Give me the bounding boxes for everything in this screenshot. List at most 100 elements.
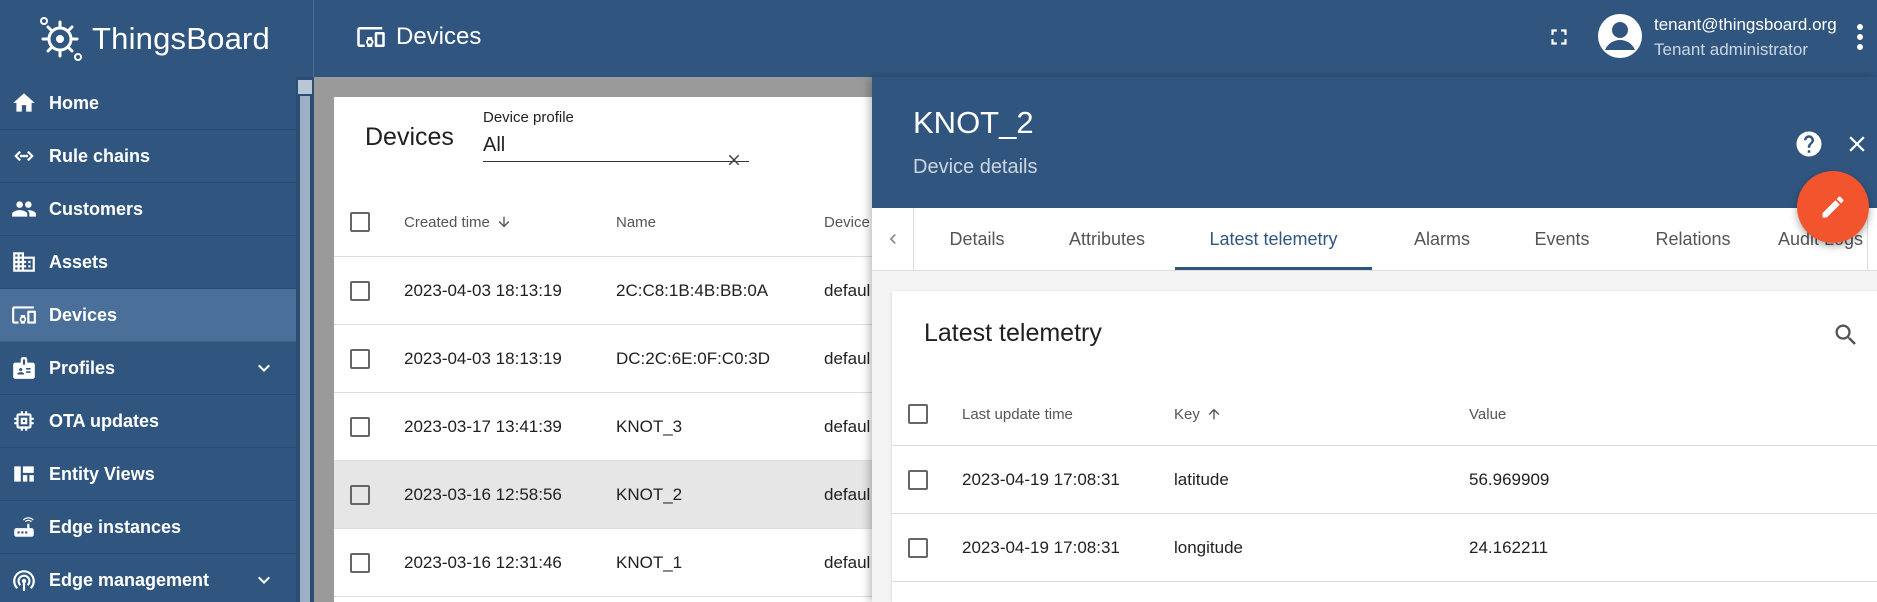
device-profile-input[interactable]: All (483, 134, 749, 162)
cell-created-time: 2023-03-16 12:58:56 (404, 484, 562, 504)
devices-title: Devices (365, 123, 454, 151)
telemetry-card: Latest telemetry Last update time Key Va… (892, 291, 1877, 602)
sidebar-item-edge-instances[interactable]: Edge instances (0, 501, 296, 554)
row-checkbox[interactable] (350, 417, 370, 437)
cell-name: KNOT_2 (616, 484, 683, 504)
cell-created-time: 2023-04-03 18:13:19 (404, 348, 562, 368)
telemetry-row[interactable]: 2023-04-19 17:08:31 latitude 56.969909 (892, 446, 1877, 514)
sidebar-item-edge-management[interactable]: Edge management (0, 554, 296, 602)
devices-icon (10, 301, 38, 329)
table-row[interactable]: 2023-03-17 13:41:39 KNOT_3 defaul (334, 393, 894, 461)
row-checkbox[interactable] (350, 281, 370, 301)
sidebar-item-label: Edge management (49, 569, 210, 590)
clear-icon[interactable] (725, 151, 743, 169)
device-profile-label: Device profile (483, 109, 574, 126)
active-tab-indicator (1175, 267, 1372, 270)
chevron-left-icon (889, 234, 896, 244)
sidebar-item-home[interactable]: Home (0, 77, 296, 130)
device-details-panel: KNOT_2 Device details Details Attributes… (872, 77, 1877, 602)
sidebar-item-label: Customers (49, 198, 144, 219)
sidebar-item-ota-updates[interactable]: OTA updates (0, 395, 296, 448)
user-info[interactable]: tenant@thingsboard.org Tenant administra… (1654, 12, 1837, 62)
telemetry-table-header: Last update time Key Value (892, 383, 1877, 446)
sidebar-item-assets[interactable]: Assets (0, 236, 296, 289)
cell-key: longitude (1174, 537, 1244, 557)
column-header-created-time[interactable]: Created time (404, 188, 604, 256)
page-title: Devices (356, 22, 481, 52)
table-row[interactable]: 2023-04-03 18:13:19 2C:C8:1B:4B:BB:0A de… (334, 257, 894, 325)
sidebar-item-customers[interactable]: Customers (0, 183, 296, 236)
column-header-last-update-time[interactable]: Last update time (962, 383, 1162, 445)
cell-name: DC:2C:6E:0F:C0:3D (616, 348, 770, 368)
cell-created-time: 2023-03-17 13:41:39 (404, 416, 562, 436)
more-vert-icon[interactable] (1853, 22, 1867, 52)
row-checkbox[interactable] (350, 553, 370, 573)
entity-subtitle: Device details (913, 156, 1038, 178)
table-row[interactable]: 2023-04-03 18:13:19 DC:2C:6E:0F:C0:3D de… (334, 325, 894, 393)
telemetry-table: Last update time Key Value 2023-04-19 17… (892, 383, 1877, 582)
edge-management-icon (10, 566, 38, 594)
tab-events[interactable]: Events (1512, 208, 1612, 270)
cell-last-update-time: 2023-04-19 17:08:31 (962, 537, 1120, 557)
sidebar-item-profiles[interactable]: Profiles (0, 342, 296, 395)
avatar[interactable] (1598, 14, 1642, 58)
telemetry-row[interactable]: 2023-04-19 17:08:31 longitude 24.162211 (892, 514, 1877, 582)
logo[interactable]: ThingsBoard (0, 0, 314, 77)
tab-attributes[interactable]: Attributes (1052, 208, 1162, 270)
device-profile-filter[interactable]: Device profile All (483, 109, 749, 166)
table-row[interactable]: 2023-03-16 12:31:46 KNOT_1 defaul (334, 529, 894, 597)
user-email: tenant@thingsboard.org (1654, 15, 1837, 34)
sidebar-item-label: Profiles (49, 357, 116, 378)
sidebar-item-label: Edge instances (49, 516, 182, 537)
cell-created-time: 2023-04-03 18:13:19 (404, 280, 562, 300)
sidebar-item-rule-chains[interactable]: Rule chains (0, 130, 296, 183)
edit-button[interactable] (1797, 171, 1869, 243)
cell-created-time: 2023-03-16 12:31:46 (404, 552, 562, 572)
sidebar: Home Rule chains Customers Assets Device… (0, 77, 296, 602)
fullscreen-icon[interactable] (1546, 24, 1572, 50)
tab-latest-telemetry[interactable]: Latest telemetry (1175, 208, 1372, 270)
account-icon (1605, 22, 1635, 50)
row-checkbox[interactable] (908, 470, 928, 490)
row-checkbox[interactable] (350, 485, 370, 505)
tabs-scroll-left[interactable] (872, 208, 914, 270)
top-bar: ThingsBoard Devices tenant@thingsboard.o… (0, 0, 1877, 77)
sidebar-item-entity-views[interactable]: Entity Views (0, 448, 296, 501)
row-checkbox[interactable] (908, 538, 928, 558)
search-icon[interactable] (1832, 321, 1860, 349)
cell-key: latitude (1174, 469, 1229, 489)
help-icon[interactable] (1794, 129, 1824, 159)
chevron-down-icon (258, 364, 270, 372)
column-header-value[interactable]: Value (1469, 383, 1719, 445)
sidebar-item-label: Assets (49, 251, 109, 272)
column-header-key[interactable]: Key (1174, 383, 1424, 445)
sidebar-item-devices[interactable]: Devices (0, 289, 296, 342)
cell-last-update-time: 2023-04-19 17:08:31 (962, 469, 1120, 489)
column-label: Key (1174, 405, 1200, 423)
assets-icon (10, 248, 38, 276)
select-all-checkbox[interactable] (350, 212, 370, 232)
rule-chains-icon (10, 142, 38, 170)
column-header-name[interactable]: Name (616, 188, 816, 256)
tab-relations[interactable]: Relations (1634, 208, 1752, 270)
tab-details[interactable]: Details (927, 208, 1027, 270)
tabs-scroll-right[interactable] (1867, 208, 1877, 270)
home-icon (10, 89, 38, 117)
scrollbar-thumb[interactable] (300, 96, 310, 602)
close-icon[interactable] (1844, 131, 1870, 157)
brand-name: ThingsBoard (92, 20, 270, 56)
arrow-up-icon (1208, 408, 1220, 420)
sidebar-item-label: Entity Views (49, 463, 155, 484)
sidebar-item-label: Rule chains (49, 145, 151, 166)
sidebar-item-label: Home (49, 92, 100, 113)
row-checkbox[interactable] (350, 349, 370, 369)
tab-alarms[interactable]: Alarms (1392, 208, 1492, 270)
devices-card: Devices Device profile All Created time … (334, 97, 894, 602)
edge-instances-icon (10, 513, 38, 541)
entity-name: KNOT_2 (913, 105, 1034, 140)
telemetry-title: Latest telemetry (924, 319, 1102, 347)
select-all-checkbox[interactable] (908, 404, 928, 424)
table-row-selected[interactable]: 2023-03-16 12:58:56 KNOT_2 defaul (334, 461, 894, 529)
sidebar-item-label: OTA updates (49, 410, 160, 431)
scroll-up-button[interactable] (298, 80, 312, 94)
